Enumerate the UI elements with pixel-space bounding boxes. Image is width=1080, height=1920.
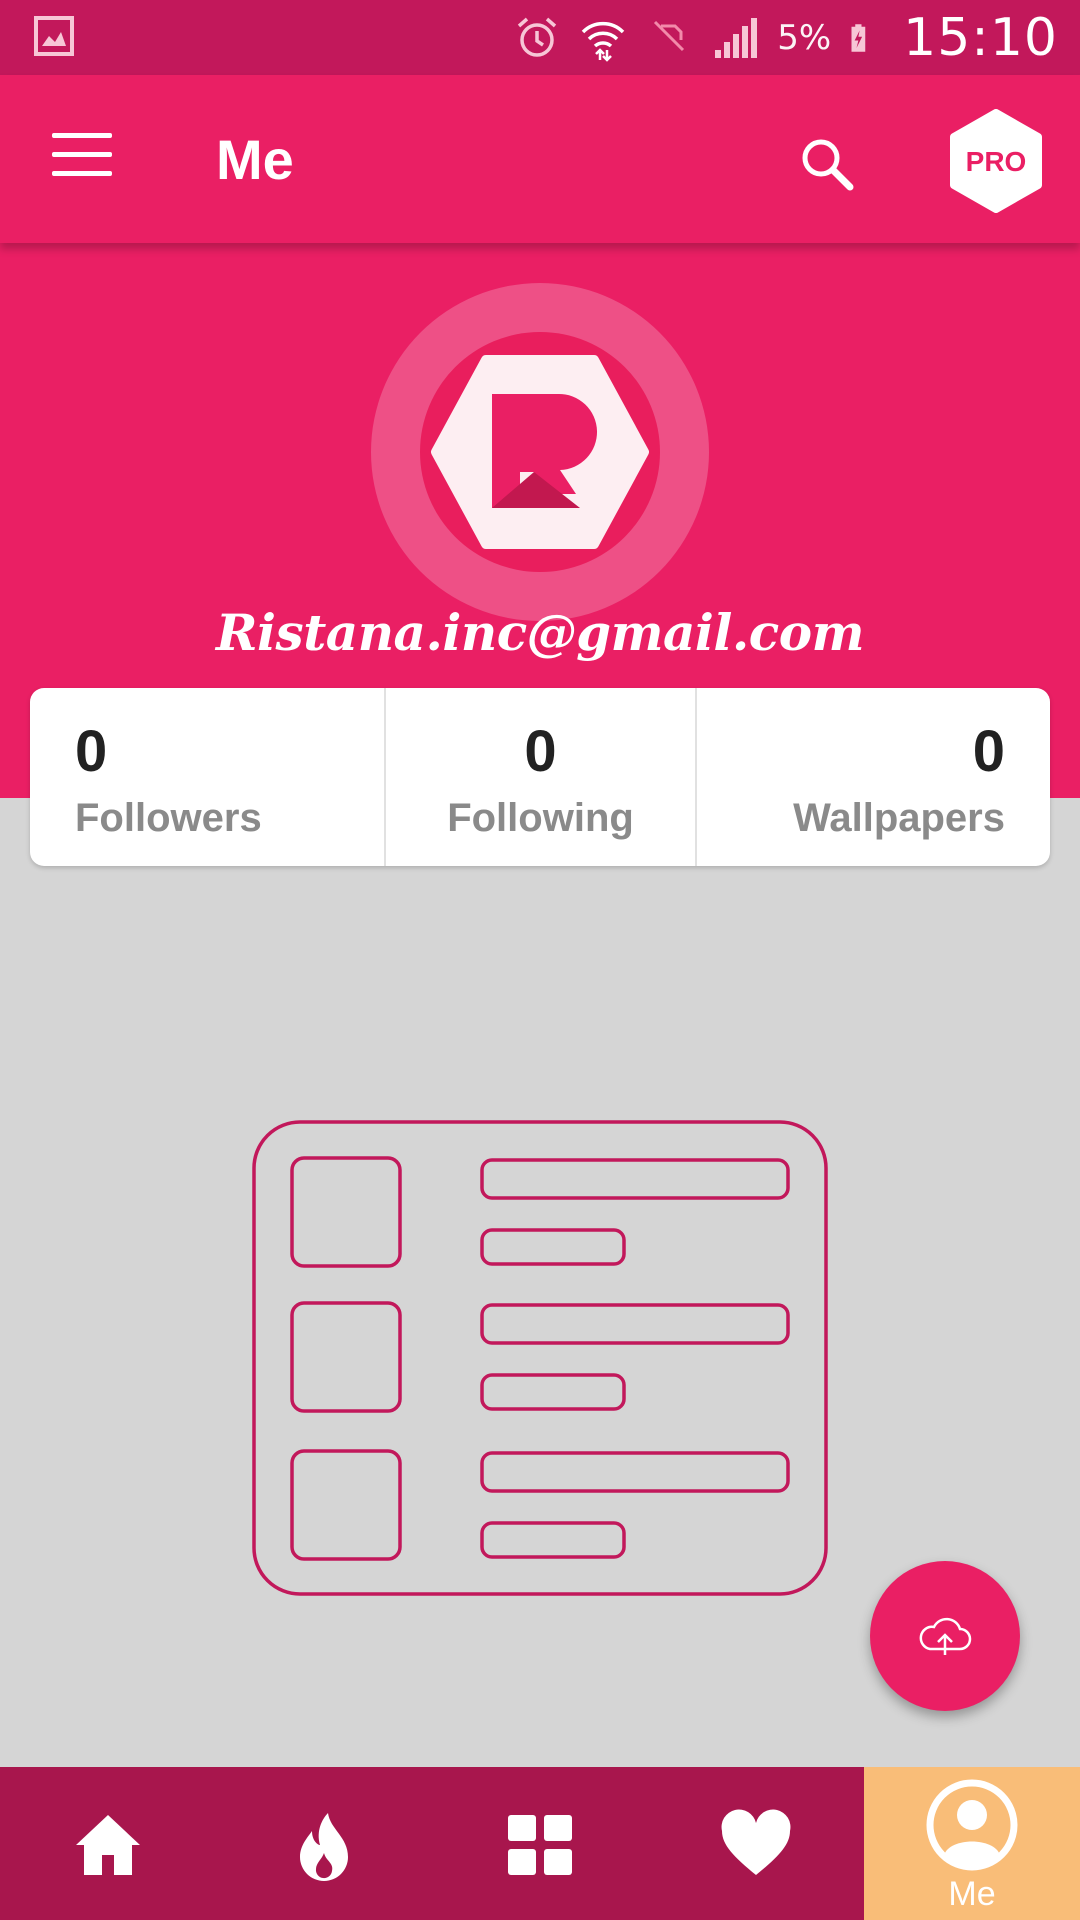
nav-favorites[interactable] <box>648 1767 864 1920</box>
alarm-icon <box>518 17 557 57</box>
nav-trending[interactable] <box>216 1767 432 1920</box>
grid-icon <box>508 1815 572 1875</box>
pro-label: PRO <box>966 146 1027 177</box>
signal-icon <box>715 17 758 58</box>
pro-button[interactable]: PRO <box>946 109 1046 213</box>
followers-label: Followers <box>75 796 262 840</box>
status-bar: 5% 15:10 <box>0 0 1080 75</box>
app-bar: Me PRO <box>0 75 1080 243</box>
page-title: Me <box>216 128 294 191</box>
following-count: 0 <box>524 719 557 784</box>
menu-icon[interactable] <box>52 133 112 177</box>
user-email: Ristana.inc@gmail.com <box>216 603 865 662</box>
followers-stat[interactable]: 0 Followers <box>30 688 386 866</box>
gallery-icon <box>34 16 74 56</box>
wallpapers-label: Wallpapers <box>793 796 1005 840</box>
followers-count: 0 <box>75 719 108 784</box>
battery-percent: 5% <box>777 17 832 58</box>
wallpapers-count: 0 <box>972 719 1005 784</box>
nav-categories[interactable] <box>432 1767 648 1920</box>
brand-logo-icon: R <box>420 332 649 549</box>
flame-icon <box>300 1813 348 1881</box>
nav-me-label: Me <box>948 1875 996 1913</box>
user-icon <box>926 1779 1018 1871</box>
avatar[interactable]: R <box>371 283 709 621</box>
heart-icon <box>721 1809 791 1875</box>
no-sim-icon <box>654 20 685 51</box>
following-stat[interactable]: 0 Following <box>386 688 697 866</box>
battery-charging-icon <box>851 23 866 52</box>
empty-list-illustration <box>252 1120 828 1596</box>
nav-home[interactable] <box>0 1767 216 1920</box>
bottom-nav: Me <box>0 1767 1080 1920</box>
wallpapers-stat[interactable]: 0 Wallpapers <box>697 688 1050 866</box>
following-label: Following <box>447 796 634 840</box>
home-icon <box>76 1815 140 1875</box>
wifi-icon <box>581 21 625 62</box>
upload-button[interactable] <box>870 1561 1020 1711</box>
nav-me[interactable]: Me <box>864 1767 1080 1920</box>
search-icon[interactable] <box>796 133 858 195</box>
stats-card: 0 Followers 0 Following 0 Wallpapers <box>30 688 1050 866</box>
cloud-upload-icon <box>919 1617 972 1655</box>
clock: 15:10 <box>903 7 1058 68</box>
svg-text:R: R <box>420 332 421 333</box>
